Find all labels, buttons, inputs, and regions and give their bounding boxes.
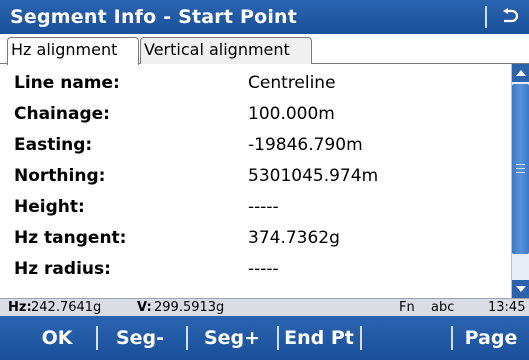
v-value: 299.5913g: [154, 300, 225, 315]
scroll-down-button[interactable]: [512, 280, 529, 298]
clock: 13:45: [488, 300, 526, 315]
scroll-up-button[interactable]: [512, 64, 529, 82]
hz-label: Hz:: [8, 300, 32, 315]
field-value: -----: [248, 259, 279, 279]
arrow-up-icon: [515, 70, 526, 76]
tab-hz-alignment[interactable]: Hz alignment: [7, 37, 139, 65]
segment-info-panel: Line name: Centreline Chainage: 100.000m…: [0, 64, 511, 298]
vertical-scrollbar[interactable]: [511, 64, 529, 298]
seg-plus-button[interactable]: Seg+: [192, 316, 272, 360]
seg-minus-button[interactable]: Seg-: [102, 316, 178, 360]
field-value: Centreline: [248, 73, 336, 93]
status-bar: Hz: 242.7641g V: 299.5913g Fn abc 13:45: [0, 298, 529, 316]
v-label: V:: [137, 300, 152, 315]
tab-vertical-alignment[interactable]: Vertical alignment: [140, 37, 312, 64]
field-row-hz-tangent: Hz tangent: 374.7362g: [0, 223, 511, 254]
title-divider: [485, 6, 487, 28]
field-label: Easting:: [14, 135, 93, 155]
field-label: Line name:: [14, 73, 120, 93]
softkey-divider: [451, 326, 453, 350]
window-title: Segment Info - Start Point: [10, 6, 298, 28]
grip-line: [516, 164, 525, 165]
ok-button[interactable]: OK: [28, 316, 86, 360]
field-value: -19846.790m: [248, 135, 363, 155]
title-bar: Segment Info - Start Point: [0, 0, 529, 34]
arrow-down-icon: [515, 286, 526, 292]
scroll-thumb[interactable]: [512, 84, 529, 254]
field-row-line-name: Line name: Centreline: [0, 68, 511, 99]
field-label: Height:: [14, 197, 85, 217]
page-button[interactable]: Page: [458, 316, 524, 360]
field-label: Chainage:: [14, 104, 110, 124]
field-row-height: Height: -----: [0, 192, 511, 223]
softkey-bar: OK Seg- Seg+ End Pt Page: [0, 316, 529, 360]
hz-value: 242.7641g: [31, 300, 102, 315]
grip-line: [516, 168, 525, 169]
field-row-hz-radius: Hz radius: -----: [0, 254, 511, 285]
softkey-divider: [360, 326, 362, 350]
fn-indicator: Fn: [399, 300, 415, 315]
softkey-divider: [96, 326, 98, 350]
end-point-button[interactable]: End Pt: [278, 316, 360, 360]
field-value: 5301045.974m: [248, 166, 379, 186]
softkey-divider: [186, 326, 188, 350]
tab-bar: Hz alignment Vertical alignment: [0, 34, 529, 65]
grip-line: [516, 172, 525, 173]
field-value: -----: [248, 197, 279, 217]
field-value: 100.000m: [248, 104, 335, 124]
return-arrow-icon[interactable]: [497, 4, 523, 30]
field-row-easting: Easting: -19846.790m: [0, 130, 511, 161]
field-label: Hz radius:: [14, 259, 111, 279]
field-row-chainage: Chainage: 100.000m: [0, 99, 511, 130]
field-label: Northing:: [14, 166, 106, 186]
field-value: 374.7362g: [248, 228, 340, 248]
field-label: Hz tangent:: [14, 228, 127, 248]
field-row-northing: Northing: 5301045.974m: [0, 161, 511, 192]
input-mode-indicator: abc: [431, 300, 455, 315]
